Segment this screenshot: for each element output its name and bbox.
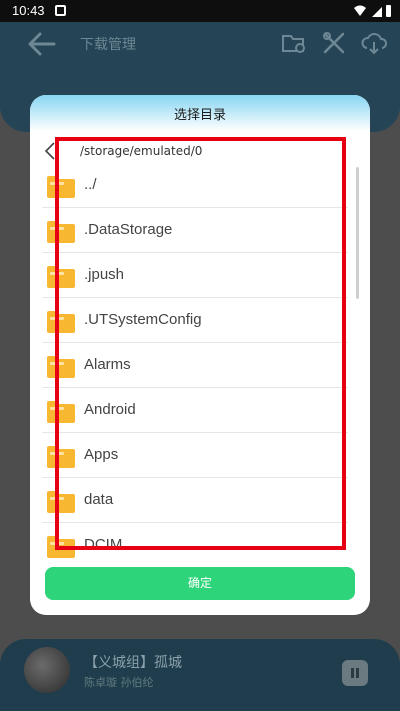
folder-icon — [47, 221, 75, 243]
folder-row[interactable]: Android — [42, 388, 348, 433]
system-status-icons — [354, 5, 391, 17]
pause-button[interactable] — [342, 660, 368, 686]
folder-icon — [47, 176, 75, 198]
folder-icon — [47, 446, 75, 468]
select-directory-dialog: 选择目录 /storage/emulated/0 ../ .DataStorag… — [30, 95, 370, 615]
folder-icon — [47, 356, 75, 378]
folder-icon — [47, 401, 75, 423]
status-bar: 10:43 — [0, 0, 400, 22]
folder-name: .DataStorage — [84, 221, 173, 238]
folder-icon — [47, 311, 75, 333]
dialog-title: 选择目录 — [173, 108, 226, 123]
folder-row[interactable]: .jpush — [42, 253, 348, 298]
back-arrow-icon[interactable] — [26, 31, 56, 57]
folder-row[interactable]: DCIM — [42, 523, 348, 561]
album-cover — [24, 647, 70, 693]
folder-row[interactable]: ../ — [42, 163, 348, 208]
folder-name: Apps — [84, 446, 119, 463]
chevron-left-icon[interactable] — [44, 142, 56, 160]
folder-name: Alarms — [84, 356, 131, 373]
status-time: 10:43 — [12, 3, 45, 18]
scrollbar[interactable] — [356, 167, 359, 299]
music-player-bar[interactable]: 【义城组】孤城 陈卓璇 孙伯纶 — [0, 639, 400, 711]
folder-row[interactable]: .UTSystemConfig — [42, 298, 348, 343]
folder-row[interactable]: Alarms — [42, 343, 348, 388]
folder-icon — [47, 266, 75, 288]
cloud-download-icon[interactable] — [361, 30, 387, 56]
folder-name: .UTSystemConfig — [84, 311, 202, 328]
folder-name: Android — [84, 401, 136, 418]
dialog-header: 选择目录 — [30, 95, 370, 131]
confirm-button[interactable]: 确定 — [45, 567, 355, 600]
song-artist: 陈卓璇 孙伯纶 — [84, 676, 154, 689]
folder-row[interactable]: .DataStorage — [42, 208, 348, 253]
folder-name: ../ — [84, 176, 97, 193]
folder-icon — [47, 491, 75, 513]
folder-name: .jpush — [84, 266, 125, 283]
tools-icon[interactable] — [321, 30, 347, 56]
folder-icon — [47, 536, 75, 558]
page-title: 下载管理 — [80, 37, 136, 53]
folder-history-icon[interactable] — [281, 30, 307, 56]
folder-row[interactable]: Apps — [42, 433, 348, 478]
folder-row[interactable]: data — [42, 478, 348, 523]
folder-name: DCIM — [84, 536, 123, 553]
current-path: /storage/emulated/0 — [80, 144, 203, 158]
folder-name: data — [84, 491, 114, 508]
notification-icon — [55, 5, 66, 16]
folder-list[interactable]: ../ .DataStorage .jpush .UTSystemConfig … — [30, 163, 370, 561]
song-title: 【义城组】孤城 — [84, 655, 182, 671]
